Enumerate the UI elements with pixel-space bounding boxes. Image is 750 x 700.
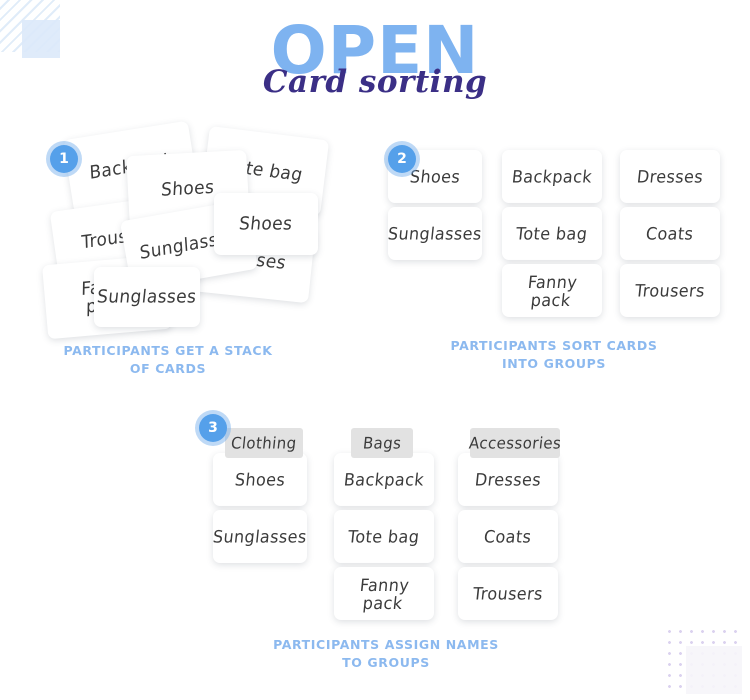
card-label: Backpack [342, 469, 426, 490]
card-fanny-pack[interactable]: Fanny pack [334, 567, 434, 620]
step-2-sorted-groups: Shoes Sunglasses Backpack Tote bag Fanny… [380, 145, 730, 325]
card-label: Shoes [233, 469, 287, 490]
group-label-accessories[interactable]: Accessories [467, 428, 563, 458]
card-label: Fanny pack [359, 574, 411, 613]
step-badge-3: 3 [199, 414, 227, 442]
card-dresses[interactable]: Dresses [458, 453, 558, 506]
card-coats[interactable]: Coats [620, 207, 720, 260]
group-label-text: Clothing [230, 433, 298, 453]
page-subtitle: Card sorting [262, 64, 488, 100]
step-badge-1: 1 [50, 145, 78, 173]
card-label: Shoes [160, 176, 216, 201]
step-1-caption-line-1: PARTICIPANTS GET A STACK [63, 343, 273, 358]
card-label: Trousers [634, 280, 706, 301]
step-1-card-pile: Backpack Tote bag Trousers Dresses Fanny… [40, 120, 330, 340]
card-trousers[interactable]: Trousers [458, 567, 558, 620]
card-label: Sunglasses [212, 526, 308, 547]
card-trousers[interactable]: Trousers [620, 264, 720, 317]
card-label: Shoes [238, 212, 294, 235]
card-tote-bag[interactable]: Tote bag [334, 510, 434, 563]
card-label: Dresses [473, 469, 543, 490]
card-label: Shoes [408, 166, 462, 187]
group-label-bags[interactable]: Bags [351, 428, 413, 458]
group-label-clothing[interactable]: Clothing [225, 428, 303, 458]
group-label-text: Bags [361, 433, 403, 453]
step-1-caption: PARTICIPANTS GET A STACK OF CARDS [48, 342, 288, 378]
card-coats[interactable]: Coats [458, 510, 558, 563]
step-2-caption-line-1: PARTICIPANTS SORT CARDS [450, 338, 658, 353]
card-label: Backpack [510, 166, 594, 187]
step-1-caption-line-2: OF CARDS [129, 361, 207, 376]
card-backpack[interactable]: Backpack [502, 150, 602, 203]
card-label: Coats [483, 526, 533, 547]
card-sunglasses[interactable]: Sunglasses [387, 207, 483, 260]
page-header: OPEN Card sorting [0, 18, 750, 108]
step-3-caption-line-1: PARTICIPANTS ASSIGN NAMES [273, 637, 499, 652]
card-tote-bag[interactable]: Tote bag [502, 207, 602, 260]
card-sunglasses-front[interactable]: Sunglasses [94, 267, 200, 327]
card-label: Sunglasses [96, 285, 198, 308]
card-label: Sunglasses [387, 223, 483, 244]
card-sunglasses[interactable]: Sunglasses [212, 510, 308, 563]
card-label: Coats [645, 223, 695, 244]
step-3-caption: PARTICIPANTS ASSIGN NAMES TO GROUPS [266, 636, 506, 672]
decorative-square-bottom-right [686, 646, 742, 694]
step-badge-2: 2 [388, 145, 416, 173]
card-label: Tote bag [515, 223, 589, 244]
step-2-caption-line-2: INTO GROUPS [501, 356, 607, 371]
card-label: Fanny pack [527, 271, 579, 310]
group-label-text: Accessories [467, 433, 563, 453]
card-fanny-pack[interactable]: Fanny pack [502, 264, 602, 317]
card-dresses[interactable]: Dresses [620, 150, 720, 203]
card-label: Dresses [635, 166, 705, 187]
step-2-caption: PARTICIPANTS SORT CARDS INTO GROUPS [434, 337, 674, 373]
step-3-named-groups: Clothing Shoes Sunglasses Bags Backpack … [205, 420, 575, 620]
card-shoes-front[interactable]: Shoes [214, 193, 318, 255]
step-3-caption-line-2: TO GROUPS [342, 655, 430, 670]
card-label: Trousers [472, 583, 544, 604]
card-backpack[interactable]: Backpack [334, 453, 434, 506]
card-shoes[interactable]: Shoes [213, 453, 307, 506]
card-label: Tote bag [347, 526, 421, 547]
